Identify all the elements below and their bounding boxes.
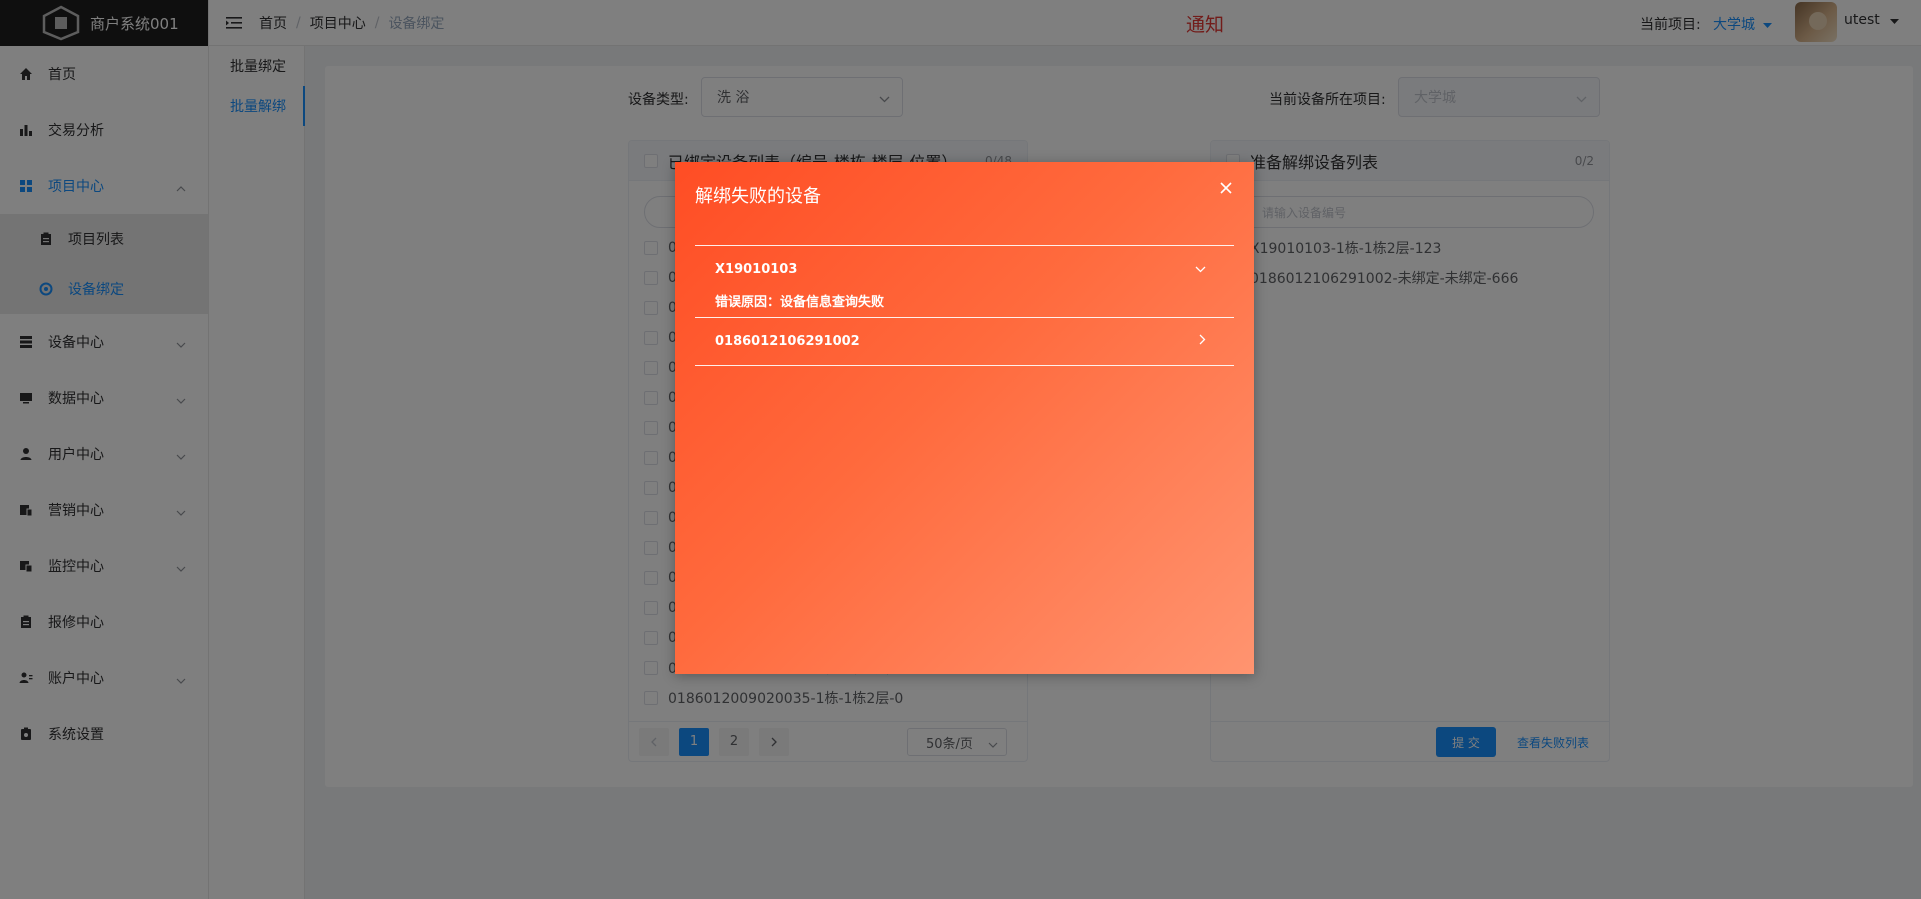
chevron-right-icon <box>1199 334 1206 349</box>
failure-reason: 错误原因：设备信息查询失败 <box>715 295 885 310</box>
failed-device-collapse: X19010103 错误原因：设备信息查询失败 0186012106291002 <box>695 245 1234 366</box>
failed-device-id: 0186012106291002 <box>715 334 860 349</box>
unbind-failed-dialog: 解绑失败的设备 X19010103 错误原因：设备信息查询失败 01860121… <box>675 162 1254 674</box>
failed-device-header[interactable]: X19010103 <box>695 246 1234 293</box>
failed-device-header[interactable]: 0186012106291002 <box>695 318 1234 365</box>
close-icon[interactable] <box>1218 180 1234 196</box>
failed-device-item: X19010103 错误原因：设备信息查询失败 <box>695 246 1234 318</box>
failed-device-item: 0186012106291002 <box>695 318 1234 366</box>
dialog-title: 解绑失败的设备 <box>695 186 821 207</box>
chevron-down-icon <box>1195 262 1206 277</box>
failed-device-body: 错误原因：设备信息查询失败 <box>695 293 1234 317</box>
failed-device-id: X19010103 <box>715 262 798 277</box>
